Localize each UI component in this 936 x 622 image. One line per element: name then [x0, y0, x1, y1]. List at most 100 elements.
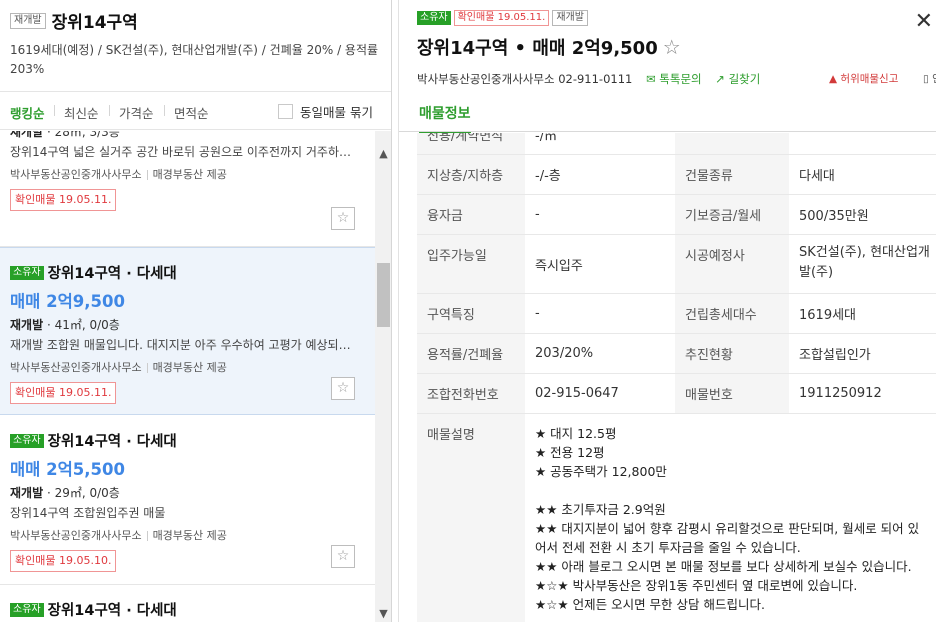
directions-link[interactable]: ↗ 길찾기 — [715, 72, 760, 86]
description-line: ★★ 초기투자금 2.9억원 — [535, 502, 666, 517]
complex-list-panel: 재개발 장위14구역 1619세대(예정) / SK건설(주), 현대산업개발(주… — [0, 0, 392, 622]
row-key: 건물종류 — [675, 154, 789, 195]
route-icon: ↗ — [715, 72, 725, 86]
table-row: 입주가능일 즉시입주 시공예정사 SK건설(주), 현대산업개발(주) — [417, 234, 936, 294]
close-icon[interactable]: ✕ — [915, 9, 933, 34]
row-key: 매물설명 — [417, 413, 525, 622]
confirmed-badge: 확인매물 19.05.11. — [10, 189, 117, 211]
listing-price: 매매 2억9,500 — [10, 292, 125, 311]
redevelopment-tag: 재개발 — [552, 10, 588, 26]
row-value: 즉시입주 — [525, 234, 675, 294]
talk-inquiry-link[interactable]: ✉ 톡톡문의 — [646, 72, 702, 86]
row-value: 조합설립인가 — [789, 333, 936, 374]
listing-price: 매매 2억5,500 — [10, 460, 125, 479]
favorite-star-icon[interactable]: ☆ — [331, 207, 355, 230]
owner-badge: 소유자 — [10, 265, 44, 280]
row-key: 기보증금/월세 — [675, 194, 789, 235]
tab-listing-info[interactable]: 매물정보 — [419, 103, 471, 135]
group-duplicates-toggle[interactable]: 동일매물 묶기 — [278, 102, 373, 121]
group-duplicates-label: 동일매물 묶기 — [300, 105, 373, 120]
siren-icon: ▲ — [829, 73, 838, 85]
favorite-star-icon[interactable]: ☆ — [663, 35, 681, 59]
description-line: ★★ 아래 블로그 오시면 본 매물 정보를 보다 상세하게 보실수 있습니다. — [535, 559, 912, 574]
row-key: 매물번호 — [675, 373, 789, 414]
listing-description: ★ 대지 12.5평 ★ 전용 12평 ★ 공동주택가 12,800만 ★★ 초기투자… — [525, 413, 936, 622]
redevelopment-tag: 재개발 — [10, 12, 46, 29]
description-line: ★ 공동주택가 12,800만 — [535, 464, 667, 479]
agent-info: 박사부동산공인중개사사무소 02-911-0111 — [417, 72, 633, 86]
listing-spec: 재개발 · 41㎡, 0/0층 — [10, 318, 120, 332]
row-key — [675, 133, 789, 155]
table-row: 용적률/건폐율 203/20% 추진현황 조합설립인가 — [417, 333, 936, 374]
row-value: - — [525, 194, 675, 235]
row-key: 지상층/지하층 — [417, 154, 525, 195]
row-key: 전용/계약면적 — [417, 133, 525, 155]
listing-spec: 재개발 · 29㎡, 0/0층 — [10, 486, 120, 500]
complex-header: 재개발 장위14구역 1619세대(예정) / SK건설(주), 현대산업개발(주… — [0, 0, 391, 92]
sort-bar: 랭킹순 최신순 가격순 면적순 동일매물 묶기 — [0, 92, 391, 130]
listing-detail-panel: 소유자 확인매물 19.05.11. 재개발 장위14구역 • 매매 2억9,500… — [398, 0, 936, 622]
listing-desc: 재개발 조합원 매물입니다. 대지지분 아주 우수하여 고평가 예상되는 물건입… — [10, 338, 355, 352]
row-key: 추진현황 — [675, 333, 789, 374]
list-item[interactable]: 소유자 장위14구역 · 다세대 매매 2억5,500 재개발 · 29㎡, 0/… — [0, 416, 375, 585]
divider — [109, 105, 110, 116]
report-fake-link[interactable]: ▲ 허위매물신고 — [829, 71, 898, 86]
row-value: - — [525, 293, 675, 334]
description-lines: ★ 대지 12.5평 ★ 전용 12평 ★ 공동주택가 12,800만 ★★ 초기투자… — [535, 424, 929, 614]
row-value: 02-915-0647 — [525, 373, 675, 414]
detail-table-container: 전용/계약면적 -/㎡ 지상층/지하층 -/-층 건물종류 다세대 융자금 - … — [417, 133, 936, 622]
table-row: 융자금 - 기보증금/월세 500/35만원 — [417, 194, 936, 235]
confirmed-badge: 확인매물 19.05.10. — [10, 550, 117, 572]
listing-agent: 박사부동산공인중개사사무소 매경부동산 제공 — [10, 361, 227, 374]
description-line: ★☆★ 언제든 오시면 무한 상담 해드립니다. — [535, 597, 765, 612]
group-duplicates-checkbox[interactable] — [278, 104, 293, 119]
table-row: 조합전화번호 02-915-0647 매물번호 1911250912 — [417, 373, 936, 414]
sort-area[interactable]: 면적순 — [174, 103, 209, 122]
table-row: 지상층/지하층 -/-층 건물종류 다세대 — [417, 154, 936, 195]
detail-agent-row: 박사부동산공인중개사사무소 02-911-0111 ✉ 톡톡문의 ↗ 길찾기 ▲… — [417, 71, 936, 87]
list-item-selected[interactable]: 소유자 장위14구역 · 다세대 매매 2억9,500 재개발 · 41㎡, 0/… — [0, 247, 375, 415]
listing-agent: 박사부동산공인중개사사무소 매경부동산 제공 — [10, 168, 227, 181]
row-key: 건립총세대수 — [675, 293, 789, 334]
scroll-up-icon[interactable]: ▲ — [375, 145, 391, 162]
chat-icon: ✉ — [646, 72, 656, 86]
description-line: ★ 전용 12평 — [535, 445, 605, 460]
row-key: 시공예정사 — [675, 234, 789, 294]
row-value: 203/20% — [525, 333, 675, 374]
favorite-star-icon[interactable]: ☆ — [331, 545, 355, 568]
scroll-thumb[interactable] — [377, 263, 390, 327]
divider — [164, 105, 165, 116]
listing-desc: 장위14구역 넓은 실거주 공간 바로뒤 공원으로 이주전까지 거주하실 분 강… — [10, 145, 355, 159]
sort-price[interactable]: 가격순 — [119, 103, 154, 122]
row-key: 조합전화번호 — [417, 373, 525, 414]
table-row: 구역특징 - 건립총세대수 1619세대 — [417, 293, 936, 334]
detail-title: 장위14구역 • 매매 2억9,500 ☆ — [417, 35, 681, 59]
listing-desc: 장위14구역 조합원입주권 매물 — [10, 506, 166, 520]
print-link[interactable]: ▯ 인쇄 — [923, 71, 936, 86]
owner-badge: 소유자 — [10, 602, 44, 617]
row-value — [789, 133, 936, 155]
favorite-star-icon[interactable]: ☆ — [331, 377, 355, 400]
print-icon: ▯ — [923, 73, 929, 85]
row-key: 융자금 — [417, 194, 525, 235]
scroll-down-icon[interactable]: ▼ — [375, 605, 391, 622]
listing-spec: 재개발 · 28㎡, 3/3층 — [10, 131, 120, 139]
description-line: ★ 대지 12.5평 — [535, 426, 617, 441]
complex-description: 1619세대(예정) / SK건설(주), 현대산업개발(주) / 건폐율 20… — [10, 43, 379, 76]
row-value: 1619세대 — [789, 293, 936, 334]
list-scrollbar[interactable]: ▲ ▼ — [375, 131, 391, 622]
list-item[interactable]: 재개발 · 28㎡, 3/3층 장위14구역 넓은 실거주 공간 바로뒤 공원으… — [0, 131, 375, 247]
owner-badge: 소유자 — [417, 11, 451, 25]
complex-title: 장위14구역 — [51, 13, 138, 33]
table-row: 매물설명 ★ 대지 12.5평 ★ 전용 12평 ★ 공동주택가 12,800만 ★★… — [417, 413, 936, 622]
row-value: 500/35만원 — [789, 194, 936, 235]
row-value: 1911250912 — [789, 373, 936, 414]
description-line: ★★ 대지지분이 넓어 향후 감평시 유리할것으로 판단되며, 월세로 되어 있… — [535, 521, 920, 555]
sort-ranking[interactable]: 랭킹순 — [10, 103, 45, 122]
row-key: 구역특징 — [417, 293, 525, 334]
description-line — [535, 481, 929, 500]
listing-title: 장위14구역 · 다세대 — [47, 266, 177, 282]
sort-latest[interactable]: 최신순 — [64, 103, 99, 122]
confirmed-badge: 확인매물 19.05.11. — [453, 10, 550, 26]
list-item[interactable]: 소유자 장위14구역 · 다세대 — [0, 585, 375, 622]
